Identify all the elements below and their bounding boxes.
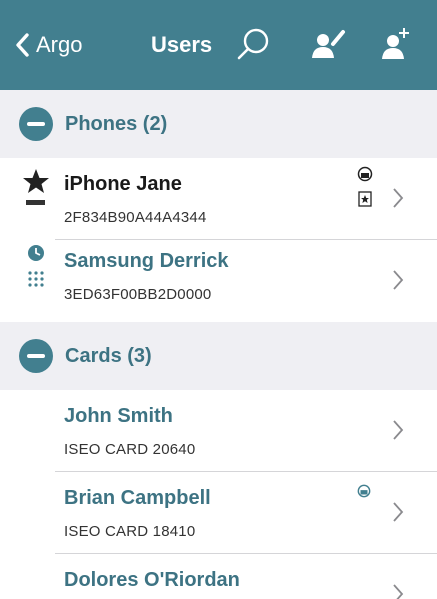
phone-name: Samsung Derrick [64,250,229,272]
star-icon [23,169,49,205]
navigation-bar: Argo Users [0,0,437,90]
list-item-john-smith[interactable]: John Smith ISEO CARD 20640 [0,390,437,472]
chevron-right-icon [393,502,404,522]
phone-id: 3ED63F00BB2D0000 [64,286,212,303]
list-item-samsung-derrick[interactable]: Samsung Derrick 3ED63F00BB2D0000 [0,240,437,322]
back-button-label: Argo [36,32,83,57]
chevron-right-icon [393,420,404,440]
list-item-dolores-oriordan[interactable]: Dolores O'Riordan [0,554,437,599]
card-holder-name: Dolores O'Riordan [64,569,240,591]
section-title: Cards (3) [65,344,152,367]
list-item-iphone-jane[interactable]: iPhone Jane 2F834B90A44A4344 [0,158,437,240]
chevron-right-icon [393,188,404,208]
lock-icon [357,484,371,498]
chevron-right-icon [393,584,404,599]
back-button[interactable]: Argo [14,28,82,62]
star-card-icon [358,191,372,207]
card-id: ISEO CARD 18410 [64,523,196,540]
card-holder-name: Brian Campbell [64,487,211,509]
user-add-icon[interactable] [376,24,416,64]
clock-icon [28,245,44,287]
lock-icon [357,166,373,182]
list-item-brian-campbell[interactable]: Brian Campbell ISEO CARD 18410 [0,472,437,554]
phone-name: iPhone Jane [64,173,182,195]
chevron-left-icon [16,33,29,57]
search-icon[interactable] [234,24,274,64]
chevron-right-icon [393,270,404,290]
section-header-phones[interactable]: Phones (2) [0,90,437,158]
page-title: Users [151,32,213,57]
collapse-icon[interactable] [19,107,53,141]
section-title: Phones (2) [65,112,168,135]
collapse-icon[interactable] [19,339,53,373]
user-edit-icon[interactable] [309,24,349,64]
card-holder-name: John Smith [64,405,173,427]
card-id: ISEO CARD 20640 [64,441,196,458]
section-header-cards[interactable]: Cards (3) [0,322,437,390]
phone-id: 2F834B90A44A4344 [64,209,207,226]
